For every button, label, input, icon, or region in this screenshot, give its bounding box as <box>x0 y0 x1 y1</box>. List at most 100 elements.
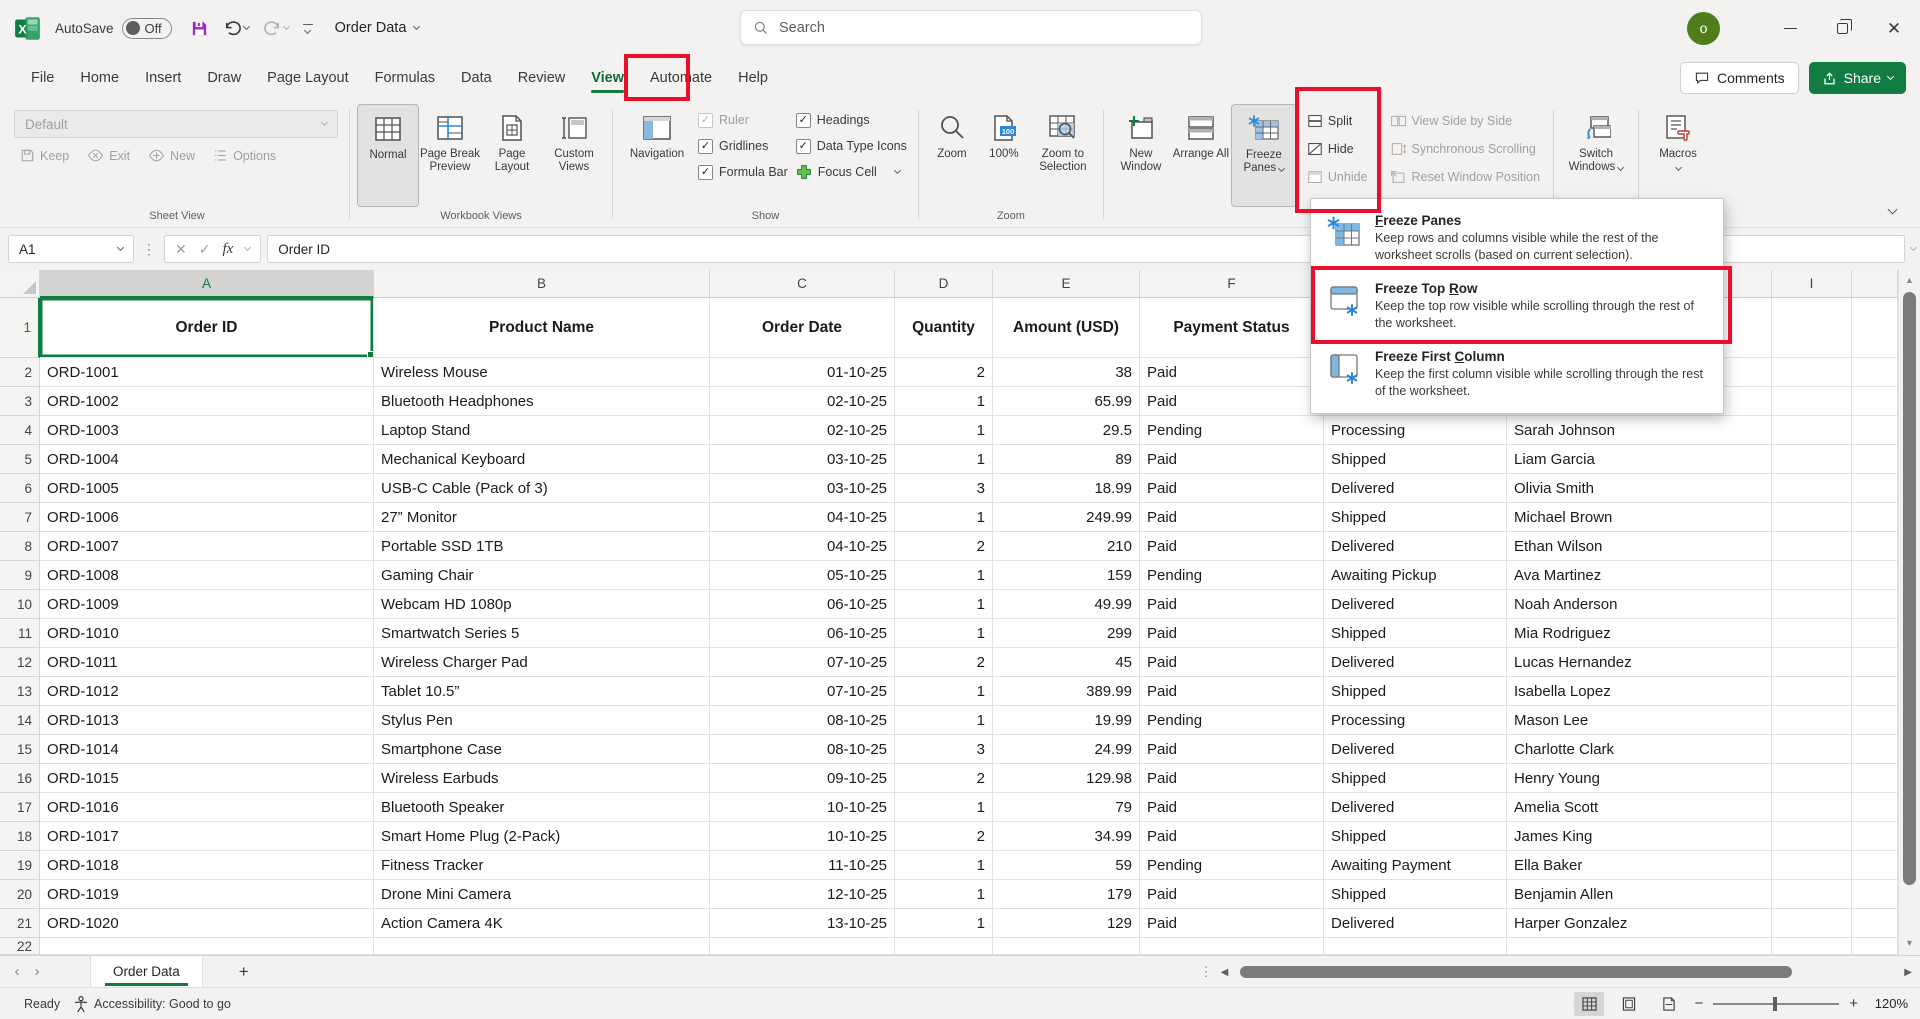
cell-I9[interactable] <box>1772 561 1852 590</box>
cell-G12[interactable]: Delivered <box>1324 648 1507 677</box>
cell-D13[interactable]: 1 <box>895 677 993 706</box>
cell-E14[interactable]: 19.99 <box>993 706 1140 735</box>
cell-H18[interactable]: James King <box>1507 822 1772 851</box>
cell-G11[interactable]: Shipped <box>1324 619 1507 648</box>
cell-J8[interactable] <box>1852 532 1898 561</box>
cell-C21[interactable]: 13-10-25 <box>710 909 895 938</box>
row-header-6[interactable]: 6 <box>0 474 40 503</box>
minimize-button[interactable] <box>1764 0 1816 56</box>
cell-D19[interactable]: 1 <box>895 851 993 880</box>
row-header-20[interactable]: 20 <box>0 880 40 909</box>
search-input[interactable]: Search <box>740 10 1202 45</box>
cell-C10[interactable]: 06-10-25 <box>710 590 895 619</box>
cell-I5[interactable] <box>1772 445 1852 474</box>
col-header-B[interactable]: B <box>374 270 710 298</box>
insert-function-icon[interactable]: fx <box>222 241 233 258</box>
row-header-11[interactable]: 11 <box>0 619 40 648</box>
cell-B21[interactable]: Action Camera 4K <box>374 909 710 938</box>
cell-H9[interactable]: Ava Martinez <box>1507 561 1772 590</box>
cell-B6[interactable]: USB-C Cable (Pack of 3) <box>374 474 710 503</box>
cell-A5[interactable]: ORD-1004 <box>40 445 374 474</box>
tab-insert[interactable]: Insert <box>132 61 194 95</box>
cell-F1[interactable]: Payment Status <box>1140 298 1324 358</box>
cell-G21[interactable]: Delivered <box>1324 909 1507 938</box>
row-header-15[interactable]: 15 <box>0 735 40 764</box>
checkbox-icon[interactable]: ✓ <box>796 139 811 154</box>
row-header-21[interactable]: 21 <box>0 909 40 938</box>
cell-B14[interactable]: Stylus Pen <box>374 706 710 735</box>
cell-A21[interactable]: ORD-1020 <box>40 909 374 938</box>
cell-C17[interactable]: 10-10-25 <box>710 793 895 822</box>
cell-B7[interactable]: 27” Monitor <box>374 503 710 532</box>
cell-C3[interactable]: 02-10-25 <box>710 387 895 416</box>
col-header-A[interactable]: A <box>40 270 374 298</box>
cell-J21[interactable] <box>1852 909 1898 938</box>
cell-H12[interactable]: Lucas Hernandez <box>1507 648 1772 677</box>
cell-H15[interactable]: Charlotte Clark <box>1507 735 1772 764</box>
zoom-slider-track[interactable] <box>1713 1003 1839 1005</box>
cell-G15[interactable]: Delivered <box>1324 735 1507 764</box>
cell-C16[interactable]: 09-10-25 <box>710 764 895 793</box>
focus-cell-button[interactable]: Focus Cell <box>792 162 911 182</box>
cell-J11[interactable] <box>1852 619 1898 648</box>
cell-H13[interactable]: Isabella Lopez <box>1507 677 1772 706</box>
cell-J15[interactable] <box>1852 735 1898 764</box>
cell-I18[interactable] <box>1772 822 1852 851</box>
cell-A12[interactable]: ORD-1011 <box>40 648 374 677</box>
cell-F6[interactable]: Paid <box>1140 474 1324 503</box>
cell-C2[interactable]: 01-10-25 <box>710 358 895 387</box>
cell-J19[interactable] <box>1852 851 1898 880</box>
row-header-22[interactable]: 22 <box>0 938 40 955</box>
restore-button[interactable] <box>1816 0 1868 56</box>
cell-I1[interactable] <box>1772 298 1852 358</box>
status-page-layout-button[interactable] <box>1614 992 1644 1016</box>
cell-D3[interactable]: 1 <box>895 387 993 416</box>
cell-B4[interactable]: Laptop Stand <box>374 416 710 445</box>
cell-H11[interactable]: Mia Rodriguez <box>1507 619 1772 648</box>
split-button[interactable]: Split <box>1301 110 1374 132</box>
undo-dropdown-icon[interactable] <box>243 22 250 29</box>
cell-E7[interactable]: 249.99 <box>993 503 1140 532</box>
cell-I19[interactable] <box>1772 851 1852 880</box>
cell-F11[interactable]: Paid <box>1140 619 1324 648</box>
cell-J9[interactable] <box>1852 561 1898 590</box>
tab-data[interactable]: Data <box>448 61 505 95</box>
cell-G4[interactable]: Processing <box>1324 416 1507 445</box>
cell-A1[interactable]: Order ID <box>40 298 374 358</box>
cell-C6[interactable]: 03-10-25 <box>710 474 895 503</box>
cell-J1[interactable] <box>1852 298 1898 358</box>
cell-I14[interactable] <box>1772 706 1852 735</box>
cell-B5[interactable]: Mechanical Keyboard <box>374 445 710 474</box>
cell-I10[interactable] <box>1772 590 1852 619</box>
cell-B16[interactable]: Wireless Earbuds <box>374 764 710 793</box>
cell-D11[interactable]: 1 <box>895 619 993 648</box>
cell-E17[interactable]: 79 <box>993 793 1140 822</box>
cell-A14[interactable]: ORD-1013 <box>40 706 374 735</box>
cell-D1[interactable]: Quantity <box>895 298 993 358</box>
cell-I21[interactable] <box>1772 909 1852 938</box>
cell-H20[interactable]: Benjamin Allen <box>1507 880 1772 909</box>
macros-button[interactable]: Macros <box>1646 104 1710 207</box>
cell-D15[interactable]: 3 <box>895 735 993 764</box>
cell-D4[interactable]: 1 <box>895 416 993 445</box>
share-button[interactable]: Share <box>1809 62 1906 94</box>
cell-G16[interactable]: Shipped <box>1324 764 1507 793</box>
cell-G18[interactable]: Shipped <box>1324 822 1507 851</box>
cell-A15[interactable]: ORD-1014 <box>40 735 374 764</box>
col-header-E[interactable]: E <box>993 270 1140 298</box>
cell-J17[interactable] <box>1852 793 1898 822</box>
vertical-scroll-thumb[interactable] <box>1903 292 1916 885</box>
scroll-up-icon[interactable]: ▲ <box>1899 270 1920 290</box>
row-header-19[interactable]: 19 <box>0 851 40 880</box>
cell-C1[interactable]: Order Date <box>710 298 895 358</box>
cell-D2[interactable]: 2 <box>895 358 993 387</box>
document-title[interactable]: Order Data <box>335 20 420 36</box>
cell-F19[interactable]: Pending <box>1140 851 1324 880</box>
customize-quick-access-button[interactable] <box>303 24 313 33</box>
comments-button[interactable]: Comments <box>1680 62 1799 94</box>
cell-J20[interactable] <box>1852 880 1898 909</box>
cell-F15[interactable]: Paid <box>1140 735 1324 764</box>
col-header-partial[interactable] <box>1852 270 1898 298</box>
zoom-100-button[interactable]: 100 100% <box>978 104 1030 207</box>
scroll-right-icon[interactable]: ▶ <box>1904 967 1912 978</box>
